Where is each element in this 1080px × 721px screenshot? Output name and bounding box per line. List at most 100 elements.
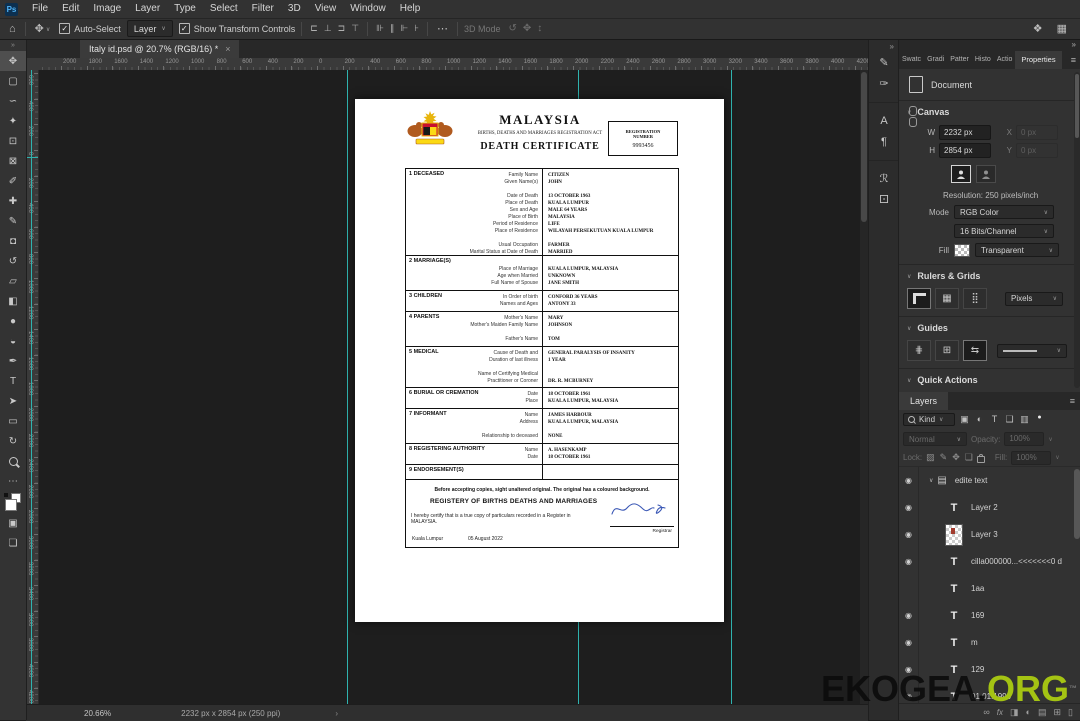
auto-select-target-dropdown[interactable]: Layer ∨ — [126, 20, 173, 37]
orbit-3d-icon[interactable]: ↺ — [506, 23, 518, 34]
blend-mode-dropdown[interactable]: Normal ∨ — [903, 432, 967, 446]
visibility-toggle-icon[interactable]: ◉ — [899, 602, 919, 629]
align-top-icon[interactable]: ⊤ — [349, 23, 361, 34]
gradient-tool[interactable]: ◧ — [0, 291, 26, 311]
lock-transparent-icon[interactable]: ▨ — [926, 452, 935, 463]
screen-mode-icon[interactable]: ❏ — [0, 533, 26, 553]
layer-row[interactable]: ◉ T 129 — [899, 656, 1080, 683]
fill-swatch[interactable] — [954, 243, 970, 257]
quick-actions-header[interactable]: ∨ Quick Actions — [907, 369, 1073, 390]
new-layer-icon[interactable]: ⊞ — [1054, 707, 1062, 718]
layer-name[interactable]: edite text — [955, 476, 987, 485]
checkbox-icon[interactable]: ✓ — [178, 23, 190, 34]
home-icon[interactable]: ⌂ — [6, 23, 19, 35]
canvas-viewport[interactable]: 600 400 200 0 200 400 600 800 1000 1200 1400 1600 18… — [26, 70, 868, 704]
fill-opacity-field[interactable]: 100% — [1011, 450, 1052, 465]
filter-smart-icon[interactable]: ▥ — [1017, 414, 1032, 425]
edit-toolbar-icon[interactable]: ⋯ — [0, 471, 26, 491]
clone-stamp-tool[interactable]: ◘ — [0, 231, 26, 251]
layer-name[interactable]: 01.01.1990 — [971, 692, 1011, 701]
dodge-tool[interactable]: ◒ — [0, 331, 26, 351]
pixel-grid-icon[interactable]: ⣿ — [963, 288, 987, 309]
canvas-width-field[interactable]: 2232 px — [939, 125, 991, 140]
healing-brush-tool[interactable]: ✚ — [0, 191, 26, 211]
paragraph-panel-icon[interactable]: ¶ — [869, 131, 899, 152]
layer-name[interactable]: 129 — [971, 665, 984, 674]
panel-tab-gradi[interactable]: Gradi — [924, 51, 947, 69]
lock-move-icon[interactable]: ✥ — [952, 452, 960, 463]
path-selection-tool[interactable]: ➤ — [0, 391, 26, 411]
layer-row[interactable]: ◉ Tcilla000000...<<<<<<<0 d — [899, 548, 1080, 575]
guides-layout-icon[interactable]: ⋕ — [907, 340, 931, 361]
new-guide-icon[interactable]: ⊞ — [935, 340, 959, 361]
libraries-icon[interactable]: ⚀ — [869, 189, 899, 210]
adjustment-layer-icon[interactable]: ◐ — [1026, 707, 1031, 717]
panel-tab-properties[interactable]: Properties — [1015, 51, 1062, 69]
move-tool-preset-icon[interactable]: ✥ ∨ — [32, 22, 54, 35]
vertical-ruler[interactable]: 600 400 200 0 200 400 600 800 1000 1200 1400 1600 18… — [26, 70, 39, 704]
menu-item-layer[interactable]: Layer — [128, 0, 167, 18]
brush-tool[interactable]: ✎ — [0, 211, 26, 231]
filter-type-icon[interactable]: T — [987, 414, 1002, 425]
eyedropper-tool[interactable]: ✐ — [0, 171, 26, 191]
menu-item-type[interactable]: Type — [167, 0, 203, 18]
link-dimensions-icon[interactable] — [909, 105, 917, 127]
layer-row[interactable]: ◉ T 01.01.1990 — [899, 683, 1080, 703]
layer-name[interactable]: cilla000000...<<<<<<<0 d — [971, 557, 1062, 566]
visibility-toggle-icon[interactable]: ◉ — [899, 656, 919, 683]
document-tab[interactable]: Italy id.psd @ 20.7% (RGB/16) * × — [80, 40, 240, 58]
new-group-icon[interactable]: ▤ — [1038, 707, 1047, 718]
toolbar-collapse-icon[interactable]: » — [0, 40, 26, 51]
visibility-toggle-icon[interactable]: ◉ — [899, 494, 919, 521]
distribute-top-icon[interactable]: ⊦ — [412, 23, 421, 34]
delete-layer-icon[interactable]: ▯ — [1068, 707, 1073, 718]
layer-name[interactable]: 1aa — [971, 584, 984, 593]
canvas-height-field[interactable]: 2854 px — [939, 143, 991, 158]
visibility-toggle-icon[interactable] — [899, 575, 919, 602]
workspace-icon[interactable]: ▦ — [1054, 22, 1070, 35]
align-left-icon[interactable]: ⊏ — [308, 23, 320, 34]
pen-tool[interactable]: ✒ — [0, 351, 26, 371]
menu-item-3d[interactable]: 3D — [281, 0, 308, 18]
distribute-horizontal-icon[interactable]: ∥ — [388, 23, 397, 34]
guides-header[interactable]: ∨ Guides — [907, 317, 1073, 338]
layer-name[interactable]: Layer 2 — [971, 503, 998, 512]
layer-effects-icon[interactable]: fx — [997, 708, 1003, 717]
guide-vertical[interactable] — [347, 70, 348, 704]
panel-menu-icon[interactable]: ≡ — [1064, 392, 1080, 410]
guide-vertical[interactable] — [731, 70, 732, 704]
menu-item-file[interactable]: File — [25, 0, 55, 18]
distribute-vertical-icon[interactable]: ⊪ — [374, 23, 386, 34]
zoom-level[interactable]: 20.66% — [84, 709, 111, 718]
menu-item-filter[interactable]: Filter — [245, 0, 281, 18]
visibility-toggle-icon[interactable]: ◉ — [899, 629, 919, 656]
panel-menu-icon[interactable]: ≡ — [1066, 51, 1080, 69]
bit-depth-dropdown[interactable]: 16 Bits/Channel ∨ — [954, 224, 1054, 238]
fill-dropdown[interactable]: Transparent ∨ — [975, 243, 1059, 257]
menu-item-window[interactable]: Window — [343, 0, 393, 18]
auto-select-toggle[interactable]: ✓ Auto-Select — [59, 23, 121, 34]
canvas-section-header[interactable]: ∨ Canvas — [907, 101, 1073, 122]
guide-style-dropdown[interactable]: ∨ — [997, 343, 1067, 358]
rotate-view-tool[interactable]: ↻ — [0, 431, 26, 451]
menu-item-view[interactable]: View — [308, 0, 344, 18]
rulers-grids-header[interactable]: ∨ Rulers & Grids — [907, 265, 1073, 286]
link-layers-icon[interactable]: ∞ — [983, 707, 989, 717]
distribute-left-icon[interactable]: ⊩ — [398, 23, 410, 34]
layer-row[interactable]: ◉ Tm — [899, 629, 1080, 656]
photoshop-logo-icon[interactable]: Ps — [5, 2, 18, 16]
orientation-portrait-button[interactable] — [951, 165, 971, 183]
layers-tab[interactable]: Layers — [899, 392, 949, 410]
type-tool[interactable]: T — [0, 371, 26, 391]
show-transform-toggle[interactable]: ✓ Show Transform Controls — [178, 23, 295, 34]
quick-mask-icon[interactable]: ▣ — [0, 513, 26, 533]
lock-paint-icon[interactable]: ✎ — [940, 452, 948, 463]
glyphs-panel-icon[interactable]: ℛ — [869, 168, 899, 189]
visibility-toggle-icon[interactable]: ◉ — [899, 548, 919, 575]
lock-all-icon[interactable] — [976, 453, 985, 463]
canvas-scrollbar[interactable] — [860, 70, 868, 704]
zoom-tool[interactable] — [0, 451, 26, 471]
crop-tool[interactable]: ⊡ — [0, 131, 26, 151]
checkbox-icon[interactable]: ✓ — [59, 23, 71, 34]
brush-settings-icon[interactable]: ✎ — [869, 52, 899, 73]
